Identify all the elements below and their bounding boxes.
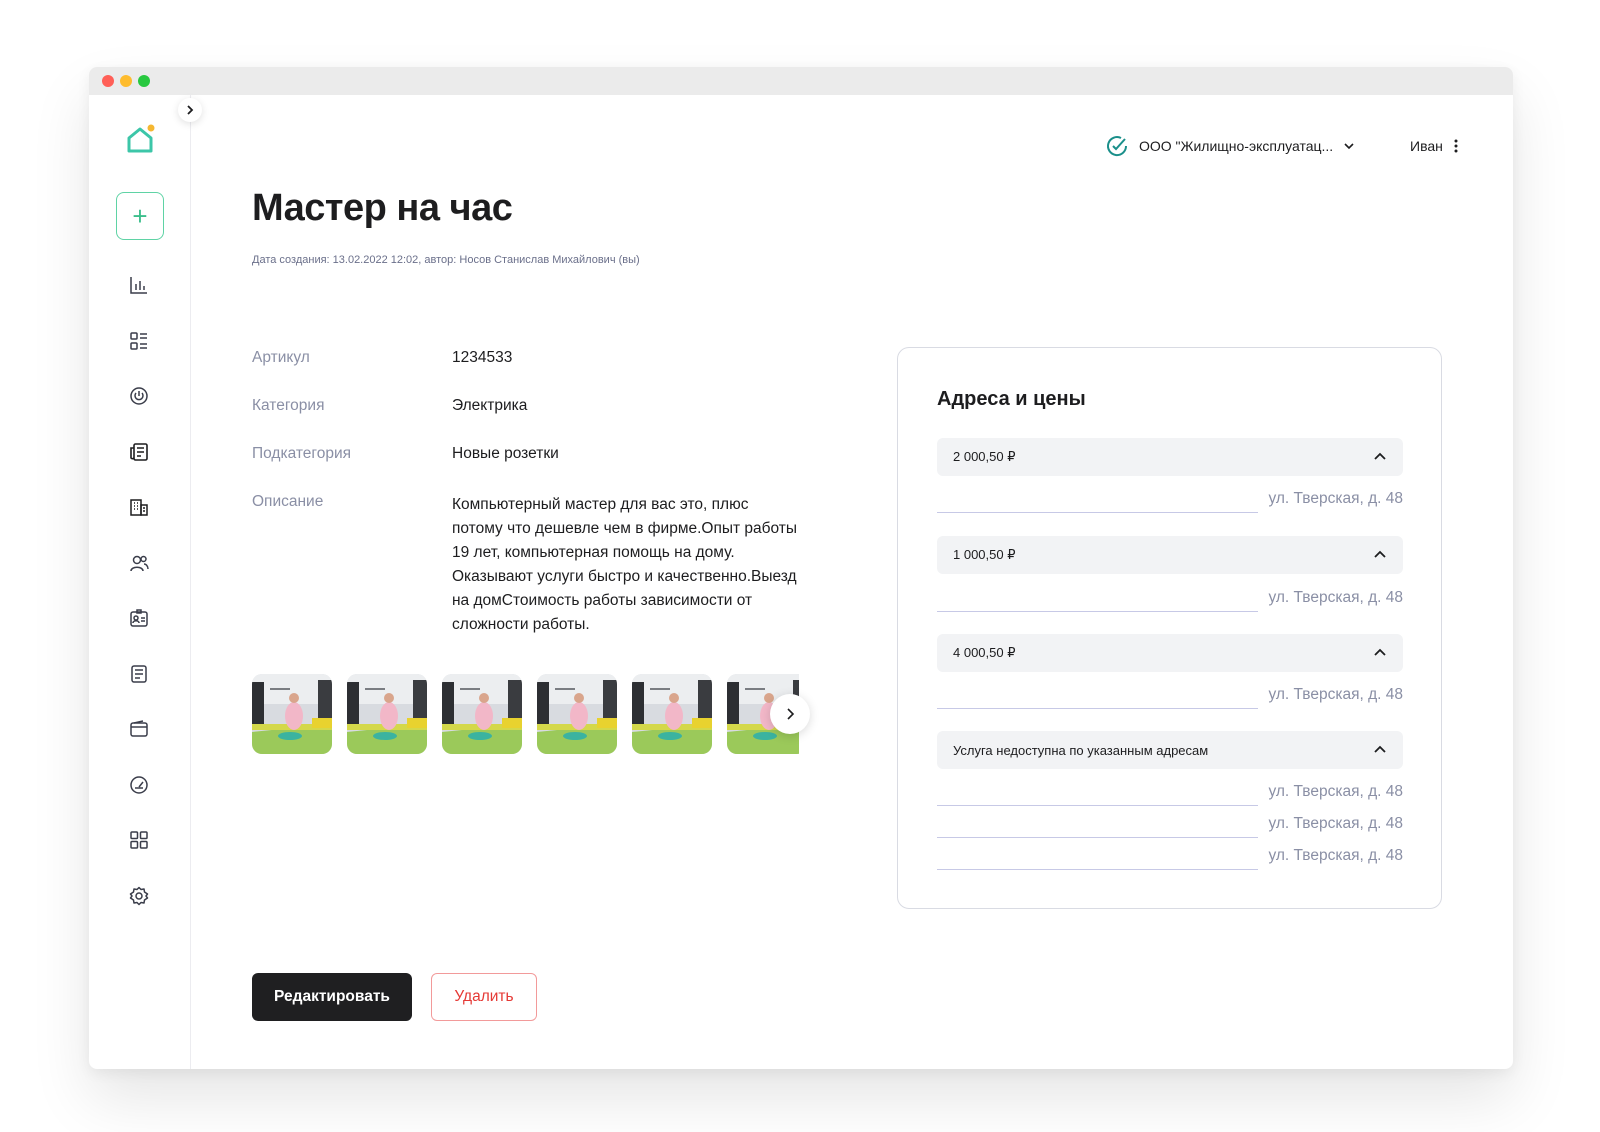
minimize-window-button[interactable] bbox=[120, 75, 132, 87]
address-divider bbox=[937, 512, 1258, 513]
category-value: Электрика bbox=[452, 397, 528, 414]
sidebar: + bbox=[89, 95, 191, 1069]
price-group-header[interactable]: 1 000,50 ₽ bbox=[937, 536, 1403, 574]
chevron-up-icon bbox=[1374, 550, 1386, 558]
price-group-header[interactable]: 2 000,50 ₽ bbox=[937, 438, 1403, 476]
chevron-up-icon bbox=[1374, 452, 1386, 460]
chevron-down-icon bbox=[1344, 143, 1354, 150]
address-text: ул. Тверская, д. 48 bbox=[1268, 490, 1403, 507]
newspaper-icon[interactable] bbox=[127, 440, 151, 464]
grid-icon[interactable] bbox=[127, 828, 151, 852]
gallery-photo[interactable] bbox=[347, 674, 427, 754]
power-icon[interactable] bbox=[127, 384, 151, 408]
price-group-label: 4 000,50 ₽ bbox=[953, 645, 1016, 660]
organization-name: ООО "Жилищно-эксплуатац... bbox=[1139, 138, 1334, 154]
chevron-up-icon bbox=[1374, 648, 1386, 656]
price-group-header[interactable]: 4 000,50 ₽ bbox=[937, 634, 1403, 672]
gallery-next-button[interactable] bbox=[770, 694, 810, 734]
document-icon[interactable] bbox=[127, 662, 151, 686]
address-row: ул. Тверская, д. 48 bbox=[937, 783, 1403, 806]
price-group-label: 2 000,50 ₽ bbox=[953, 449, 1016, 464]
address-divider bbox=[937, 708, 1258, 709]
photo-gallery bbox=[252, 674, 799, 754]
maximize-window-button[interactable] bbox=[138, 75, 150, 87]
gallery-photo[interactable] bbox=[537, 674, 617, 754]
window-titlebar bbox=[89, 67, 1513, 95]
chevron-right-icon bbox=[187, 105, 194, 115]
id-card-icon[interactable] bbox=[127, 606, 151, 630]
browser-window: + ООО "Жилищно-эксплуатац... Иван Мастер… bbox=[89, 67, 1513, 1069]
unavailable-group-label: Услуга недоступна по указанным адресам bbox=[953, 742, 1209, 758]
verified-check-icon bbox=[1107, 136, 1128, 157]
address-text: ул. Тверская, д. 48 bbox=[1268, 589, 1403, 606]
address-text: ул. Тверская, д. 48 bbox=[1268, 847, 1403, 864]
building-icon[interactable] bbox=[127, 495, 151, 519]
card-title: Адреса и цены bbox=[937, 388, 1086, 410]
house-logo-icon[interactable] bbox=[125, 124, 155, 154]
gallery-photo[interactable] bbox=[632, 674, 712, 754]
address-divider bbox=[937, 805, 1258, 806]
article-label: Артикул bbox=[252, 349, 310, 366]
page-title: Мастер на час bbox=[252, 187, 513, 229]
edit-button[interactable]: Редактировать bbox=[252, 973, 412, 1021]
address-text: ул. Тверская, д. 48 bbox=[1268, 686, 1403, 703]
subcategory-label: Подкатегория bbox=[252, 445, 352, 462]
address-row: ул. Тверская, д. 48 bbox=[937, 589, 1403, 612]
category-label: Категория bbox=[252, 397, 325, 414]
address-row: ул. Тверская, д. 48 bbox=[937, 686, 1403, 709]
address-row: ул. Тверская, д. 48 bbox=[937, 815, 1403, 838]
gallery-photo[interactable] bbox=[442, 674, 522, 754]
address-divider bbox=[937, 611, 1258, 612]
address-divider bbox=[937, 837, 1258, 838]
more-vertical-icon[interactable] bbox=[1453, 138, 1459, 154]
addresses-prices-card: Адреса и цены 2 000,50 ₽ ул. Тверская, д… bbox=[897, 347, 1442, 909]
sidebar-expand-button[interactable] bbox=[178, 98, 202, 122]
chevron-up-icon bbox=[1374, 745, 1386, 753]
gallery-photo[interactable] bbox=[252, 674, 332, 754]
address-divider bbox=[937, 869, 1258, 870]
wallet-icon[interactable] bbox=[127, 717, 151, 741]
list-icon[interactable] bbox=[127, 329, 151, 353]
address-text: ул. Тверская, д. 48 bbox=[1268, 815, 1403, 832]
add-button[interactable]: + bbox=[116, 192, 164, 240]
delete-button[interactable]: Удалить bbox=[431, 973, 537, 1021]
user-name: Иван bbox=[1410, 138, 1443, 154]
subcategory-value: Новые розетки bbox=[452, 445, 559, 462]
users-icon[interactable] bbox=[127, 551, 151, 575]
chevron-right-icon bbox=[787, 708, 795, 720]
settings-icon[interactable] bbox=[127, 884, 151, 908]
article-value: 1234533 bbox=[452, 349, 513, 366]
gauge-icon[interactable] bbox=[127, 773, 151, 797]
bar-chart-icon[interactable] bbox=[127, 273, 151, 297]
user-menu[interactable]: Иван bbox=[1410, 134, 1459, 158]
creation-meta: Дата создания: 13.02.2022 12:02, автор: … bbox=[252, 254, 640, 266]
address-row: ул. Тверская, д. 48 bbox=[937, 490, 1403, 513]
description-value: Компьютерный мастер для вас это, плюс по… bbox=[452, 496, 798, 633]
price-group-label: 1 000,50 ₽ bbox=[953, 547, 1016, 562]
organization-selector[interactable]: ООО "Жилищно-эксплуатац... bbox=[1105, 134, 1355, 158]
address-text: ул. Тверская, д. 48 bbox=[1268, 783, 1403, 800]
address-row: ул. Тверская, д. 48 bbox=[937, 847, 1403, 870]
unavailable-group-header[interactable]: Услуга недоступна по указанным адресам bbox=[937, 731, 1403, 769]
description-label: Описание bbox=[252, 493, 324, 510]
close-window-button[interactable] bbox=[102, 75, 114, 87]
